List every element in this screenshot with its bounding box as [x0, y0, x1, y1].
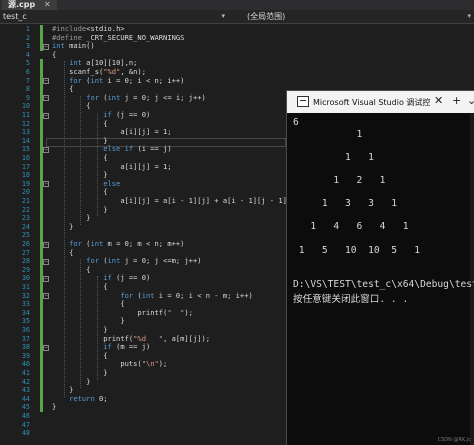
indent-guide [97, 276, 98, 380]
line-number: 29 [21, 265, 30, 274]
fold-toggle[interactable]: − [43, 275, 49, 282]
code-line[interactable]: return 0; [52, 394, 107, 404]
line-number: 25 [21, 231, 30, 240]
line-number: 35 [21, 317, 30, 326]
member-scope-label: (全局范围) [247, 12, 286, 21]
fold-toggle[interactable]: − [43, 181, 49, 188]
console-output-line: 按任意键关闭此窗口. . . [293, 294, 409, 305]
line-number: 32 [21, 291, 30, 300]
line-number: 48 [21, 429, 30, 438]
line-number: 12 [21, 119, 30, 128]
console-output-line: 1 5 10 10 5 1 [293, 244, 421, 256]
line-number: 34 [21, 308, 30, 317]
line-number: 3 [25, 42, 30, 51]
new-tab-icon[interactable]: + [452, 94, 461, 107]
fold-toggle[interactable]: − [43, 241, 49, 248]
fold-toggle[interactable]: − [43, 344, 49, 351]
fold-toggle[interactable]: − [43, 146, 49, 153]
line-number: 47 [21, 420, 30, 429]
line-number: 1 [25, 25, 30, 33]
line-number: 46 [21, 412, 30, 420]
line-number: 45 [21, 403, 30, 412]
watermark-text: CSDN @RK.Jc [437, 437, 471, 443]
line-number: 5 [25, 59, 30, 68]
code-line[interactable]: } [52, 222, 73, 232]
line-number: 28 [21, 257, 30, 266]
console-output-line: 1 3 3 1 [293, 198, 397, 210]
fold-toggle[interactable]: − [43, 78, 49, 85]
line-number: 9 [25, 93, 30, 102]
line-number: 27 [21, 248, 30, 257]
line-number: 16 [21, 154, 30, 162]
line-number: 39 [21, 351, 30, 360]
line-number: 23 [21, 214, 30, 223]
chevron-down-icon: ▾ [221, 12, 225, 20]
project-scope-label: test_c [3, 12, 27, 21]
line-number: 20 [21, 188, 30, 197]
line-number: 8 [25, 85, 30, 94]
line-number: 38 [21, 343, 30, 352]
line-number: 37 [21, 334, 30, 343]
line-number: 7 [25, 76, 30, 85]
project-scope-dropdown[interactable]: test_c ▾ [0, 11, 231, 22]
fold-toggle[interactable]: − [43, 293, 49, 300]
code-line[interactable]: int main() [52, 41, 95, 51]
line-number: 11 [21, 111, 30, 119]
line-number: 4 [25, 50, 30, 59]
line-number: 17 [21, 162, 30, 171]
fold-toggle[interactable]: − [43, 258, 49, 265]
terminal-icon [297, 96, 309, 107]
line-number: 2 [25, 33, 30, 42]
console-output-line: 1 [293, 128, 363, 140]
console-output-line: 6 [293, 117, 299, 128]
line-number: 41 [21, 369, 30, 377]
console-output-line: 1 2 1 [293, 175, 386, 186]
member-scope-dropdown[interactable]: (全局范围) ▾ [244, 11, 474, 22]
dropdown-icon[interactable]: ⌄ [467, 94, 474, 107]
line-number: 13 [21, 128, 30, 137]
debug-console-window[interactable]: Microsoft Visual Studio 调试控 ✕ + ⌄ 6 1 1 … [286, 90, 474, 445]
console-output-line: D:\VS\TEST\test_c\x64\Debug\test_c [293, 279, 474, 291]
line-number: 19 [21, 179, 30, 188]
line-number: 43 [21, 386, 30, 395]
line-number: 40 [21, 360, 30, 369]
console-title-bar[interactable]: Microsoft Visual Studio 调试控 ✕ + ⌄ [287, 91, 474, 113]
fold-toggle[interactable]: − [43, 43, 49, 50]
line-number: 44 [21, 394, 30, 403]
line-number: 36 [21, 326, 30, 334]
line-number: 21 [21, 197, 30, 205]
console-output-area[interactable]: 6 1 1 1 1 2 1 1 3 3 1 1 4 6 4 1 1 5 10 1… [287, 113, 474, 445]
indent-guide [64, 61, 65, 397]
navigation-bar: test_c ▾ (全局范围) ▾ [0, 10, 474, 24]
document-tab-bar: 源.cpp ✕ [0, 0, 474, 12]
line-number: 15 [21, 145, 30, 154]
line-number: 33 [21, 300, 30, 309]
fold-toggle[interactable]: − [43, 112, 49, 119]
indent-guide [97, 113, 98, 217]
chevron-down-icon: ▾ [467, 12, 471, 20]
console-output-line: 1 4 6 4 1 [293, 221, 409, 233]
indent-guide [80, 95, 81, 225]
line-number: 14 [21, 136, 30, 145]
line-number: 6 [25, 68, 30, 76]
line-number: 22 [21, 205, 30, 214]
line-number: 18 [21, 171, 30, 180]
line-number-gutter: 1 2 3 4 5 6 7 8 9 10 11 12 13 14 15 16 17 18 19 20 21 22 23 24 2… [0, 24, 30, 444]
line-number: 24 [21, 222, 30, 231]
change-tracking-margin [40, 24, 46, 444]
line-number: 26 [21, 240, 30, 248]
console-output-line: 1 1 [293, 151, 374, 163]
close-icon[interactable]: ✕ [44, 0, 51, 9]
code-line[interactable]: } [52, 403, 56, 412]
line-number: 30 [21, 274, 30, 283]
line-number: 10 [21, 102, 30, 111]
indent-guide [80, 259, 81, 389]
line-number: 42 [21, 377, 30, 386]
tab-label: 源.cpp [8, 0, 36, 9]
line-number: 31 [21, 283, 30, 291]
console-title: Microsoft Visual Studio 调试控 [313, 98, 431, 107]
fold-toggle[interactable]: − [43, 95, 49, 102]
close-icon[interactable]: ✕ [434, 94, 443, 107]
